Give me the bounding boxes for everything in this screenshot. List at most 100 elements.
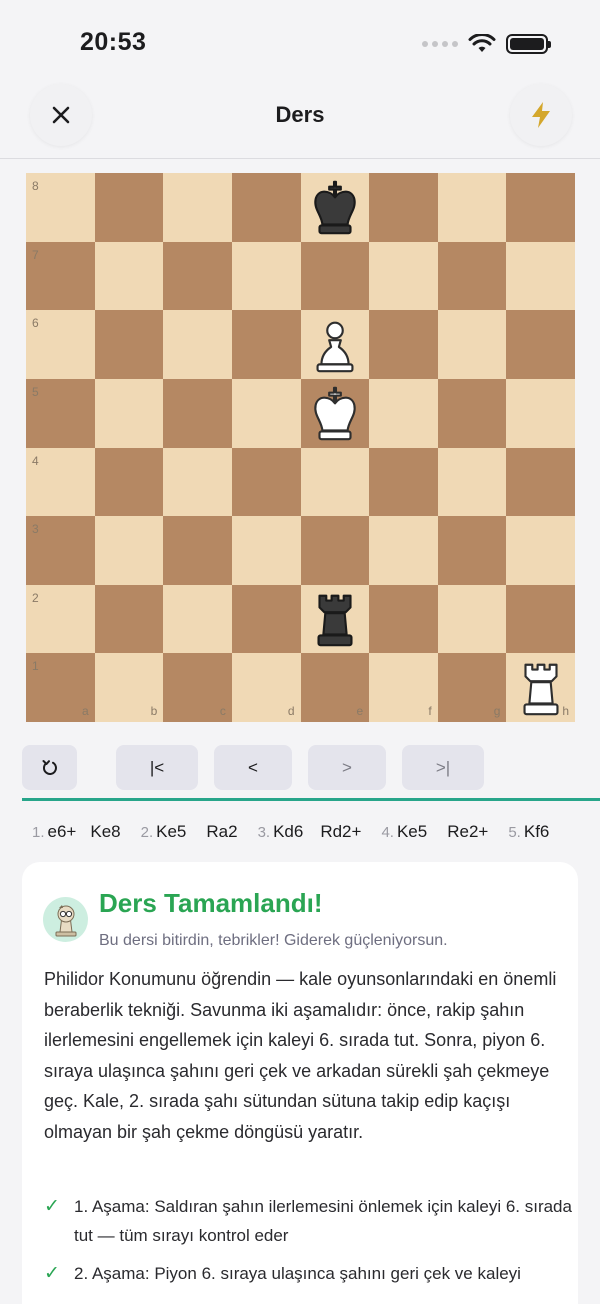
square-a7[interactable]: 7 [26,241,95,311]
square-g7[interactable] [437,241,507,311]
square-h1[interactable]: h [506,653,575,722]
move-black[interactable]: Ke8 [90,822,120,842]
square-e7[interactable] [300,241,370,311]
square-f8[interactable] [369,173,438,242]
square-d2[interactable] [231,584,301,654]
square-c2[interactable] [163,584,232,654]
square-a4[interactable]: 4 [26,447,95,517]
move-white[interactable]: Ke5 [397,822,427,842]
square-e8[interactable] [300,173,370,242]
black-king-piece[interactable] [301,173,370,242]
square-d1[interactable]: d [231,653,301,722]
square-h8[interactable] [506,173,575,242]
square-h7[interactable] [506,241,575,311]
square-b8[interactable] [94,173,164,242]
square-b5[interactable] [94,378,164,448]
status-icons [422,34,551,54]
square-a1[interactable]: 1a [26,653,95,722]
square-c6[interactable] [163,310,232,379]
square-g5[interactable] [437,378,507,448]
square-g4[interactable] [437,447,507,517]
square-d7[interactable] [231,241,301,311]
square-f5[interactable] [369,378,438,448]
header: Ders [0,84,600,158]
square-a6[interactable]: 6 [26,310,95,379]
square-h5[interactable] [506,378,575,448]
move-white[interactable]: Kf6 [524,822,550,842]
square-f2[interactable] [369,584,438,654]
square-d5[interactable] [231,378,301,448]
square-d4[interactable] [231,447,301,517]
file-label: g [493,704,501,718]
square-e4[interactable] [300,447,370,517]
white-king-piece[interactable] [301,379,370,448]
rank-label: 2 [32,590,39,605]
bolt-button[interactable] [510,84,572,146]
square-h6[interactable] [506,310,575,379]
check-icon: ✓ [44,1263,60,1284]
status-bar: 20:53 [0,0,600,88]
square-f3[interactable] [369,516,438,585]
king-icon [314,181,356,235]
square-h4[interactable] [506,447,575,517]
square-f1[interactable]: f [369,653,438,722]
progress-line [22,798,600,801]
square-d8[interactable] [231,173,301,242]
move-white[interactable]: Ke5 [156,822,186,842]
black-rook-piece[interactable] [301,585,370,654]
square-e6[interactable] [300,310,370,379]
last-move-button[interactable]: >| [402,745,484,790]
next-move-button[interactable]: > [308,745,386,790]
square-g6[interactable] [437,310,507,379]
square-c8[interactable] [163,173,232,242]
file-label: a [81,704,89,718]
move-black[interactable]: Re2+ [447,822,488,842]
square-e5[interactable] [300,378,370,448]
square-e1[interactable]: e [300,653,370,722]
chess-board[interactable]: 87 6 543 2 1abcdef gh [26,173,575,722]
move-white[interactable]: Kd6 [273,822,303,842]
square-a8[interactable]: 8 [26,173,95,242]
square-g3[interactable] [437,516,507,585]
move-black[interactable]: Rd2+ [320,822,361,842]
square-c3[interactable] [163,516,232,585]
move-white[interactable]: e6+ [48,822,77,842]
square-b4[interactable] [94,447,164,517]
square-b1[interactable]: b [94,653,164,722]
white-rook-piece[interactable] [506,653,575,722]
lesson-body: Philidor Konumunu öğrendin — kale oyunso… [44,969,557,1142]
square-g1[interactable]: g [437,653,507,722]
square-h3[interactable] [506,516,575,585]
square-d3[interactable] [231,516,301,585]
move-black[interactable]: Ra2 [206,822,237,842]
square-a3[interactable]: 3 [26,516,95,585]
square-h2[interactable] [506,584,575,654]
square-f7[interactable] [369,241,438,311]
square-c5[interactable] [163,378,232,448]
square-a5[interactable]: 5 [26,378,95,448]
square-f4[interactable] [369,447,438,517]
white-pawn-piece[interactable] [301,310,370,379]
square-c4[interactable] [163,447,232,517]
reset-button[interactable] [22,745,77,790]
square-g8[interactable] [437,173,507,242]
square-d6[interactable] [231,310,301,379]
first-move-button[interactable]: |< [116,745,198,790]
square-b2[interactable] [94,584,164,654]
square-a2[interactable]: 2 [26,584,95,654]
lesson-step: ✓ 1. Aşama: Saldıran şahın ilerlemesini ö… [44,1192,578,1250]
square-f6[interactable] [369,310,438,379]
square-b3[interactable] [94,516,164,585]
lesson-subtitle: Bu dersi bitirdin, tebrikler! Giderek gü… [99,932,448,949]
square-g2[interactable] [437,584,507,654]
square-b6[interactable] [94,310,164,379]
square-c7[interactable] [163,241,232,311]
square-e2[interactable] [300,584,370,654]
prev-move-button[interactable]: < [214,745,292,790]
rank-label: 6 [32,316,39,331]
pawn-icon [316,321,354,372]
square-e3[interactable] [300,516,370,585]
square-b7[interactable] [94,241,164,311]
rook-icon [317,594,353,647]
square-c1[interactable]: c [163,653,232,722]
